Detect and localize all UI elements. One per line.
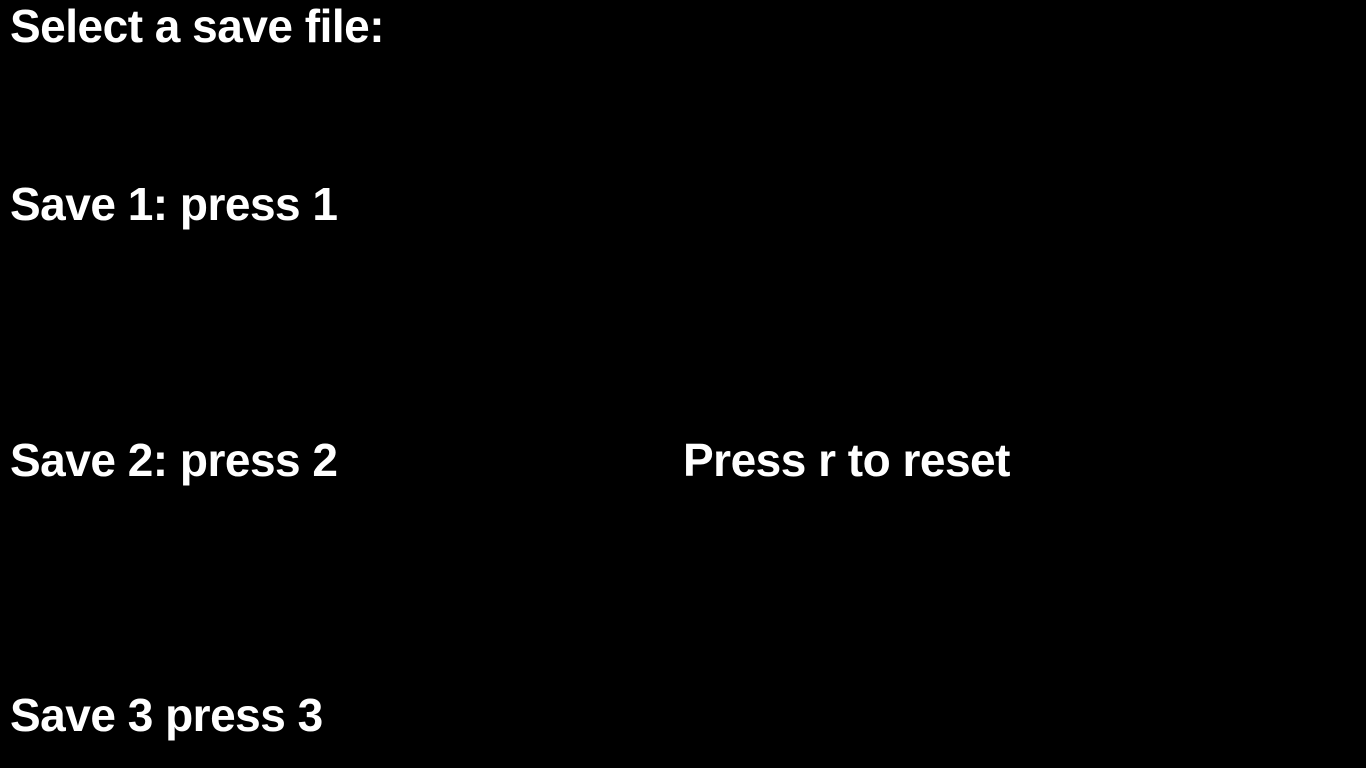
save-slot-1-option[interactable]: Save 1: press 1 — [10, 181, 338, 227]
save-slot-2-option[interactable]: Save 2: press 2 — [10, 437, 338, 483]
screen-title: Select a save file: — [10, 0, 385, 52]
save-slot-3-option[interactable]: Save 3 press 3 — [10, 692, 323, 738]
reset-hint: Press r to reset — [683, 434, 1010, 486]
save-select-screen: Select a save file: Save 1: press 1 Save… — [0, 0, 1366, 768]
